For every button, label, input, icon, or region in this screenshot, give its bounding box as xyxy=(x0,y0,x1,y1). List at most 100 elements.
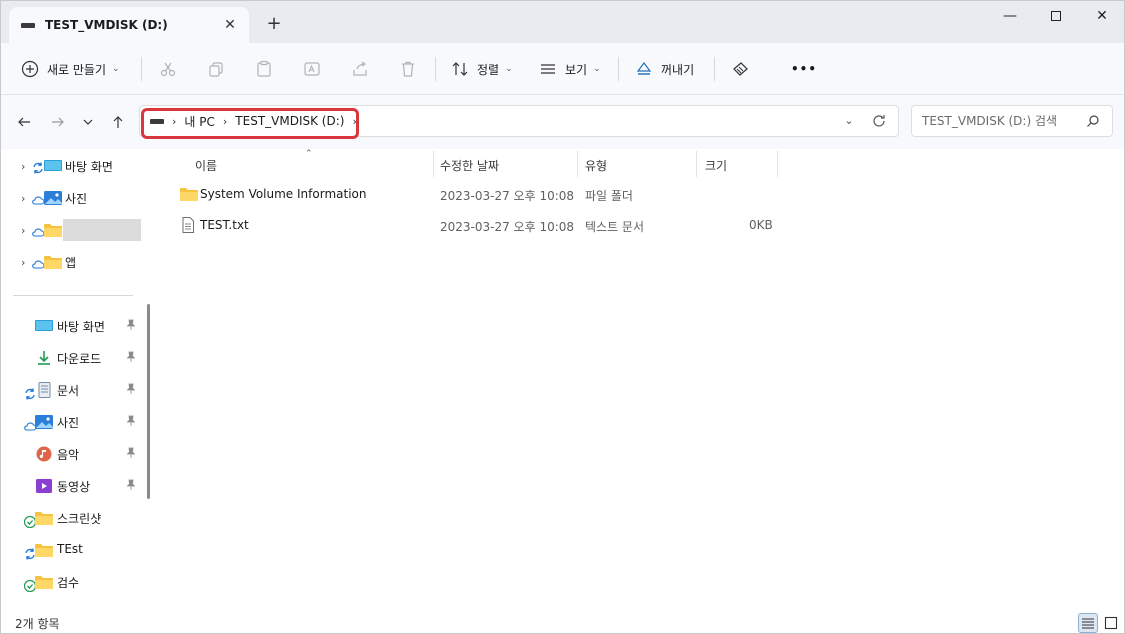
up-button[interactable] xyxy=(107,111,129,133)
redacted-label xyxy=(63,219,141,241)
column-divider[interactable] xyxy=(577,151,578,177)
address-row: › 내 PC › TEST_VMDISK (D:) › ⌄ xyxy=(1,95,1124,149)
large-icons-view-button[interactable] xyxy=(1101,613,1121,633)
cut-icon xyxy=(160,62,176,77)
pin-icon[interactable] xyxy=(125,351,139,365)
title-bar: TEST_VMDISK (D:) ✕ + — ✕ xyxy=(1,1,1124,43)
forward-button[interactable] xyxy=(47,111,69,133)
folder-icon xyxy=(34,574,54,590)
nav-item[interactable]: › xyxy=(1,215,151,245)
column-divider[interactable] xyxy=(433,151,434,177)
quick-access-item[interactable]: 문서 xyxy=(1,375,151,405)
column-header-date[interactable]: 수정한 날짜 xyxy=(440,151,499,179)
eject-button[interactable]: 꺼내기 xyxy=(635,55,694,83)
column-header-size[interactable]: 크기 xyxy=(705,151,727,179)
tab-current[interactable]: TEST_VMDISK (D:) ✕ xyxy=(9,7,249,43)
nav-item[interactable]: › 앱 xyxy=(1,247,151,277)
quick-access-label: 다운로드 xyxy=(57,352,102,366)
details-view-button[interactable] xyxy=(1078,613,1098,633)
quick-access-item[interactable]: 음악 xyxy=(1,439,151,469)
music-icon xyxy=(34,446,54,462)
expand-chevron-icon[interactable]: › xyxy=(21,256,25,269)
sort-button[interactable]: 정렬 ⌄ xyxy=(451,55,513,83)
search-box[interactable] xyxy=(911,105,1113,137)
quick-access-label: 동영상 xyxy=(57,480,91,494)
new-button[interactable]: 새로 만들기 ⌄ xyxy=(21,55,120,83)
refresh-icon[interactable] xyxy=(870,112,888,130)
document-icon xyxy=(34,382,54,398)
details-view-icon xyxy=(1082,618,1094,629)
maximize-button[interactable] xyxy=(1033,1,1079,31)
column-header-name[interactable]: 이름 xyxy=(195,151,217,179)
quick-access-item[interactable]: 검수 xyxy=(1,567,151,597)
sort-icon xyxy=(452,62,468,76)
breadcrumb-separator-icon[interactable]: › xyxy=(172,115,176,128)
explorer-window: TEST_VMDISK (D:) ✕ + — ✕ 새로 만들기 ⌄ 정렬 ⌄ 보… xyxy=(0,0,1125,634)
nav-scrollbar[interactable] xyxy=(147,304,150,499)
back-button[interactable] xyxy=(13,111,35,133)
column-divider[interactable] xyxy=(777,151,778,177)
cut-button[interactable] xyxy=(159,55,177,83)
address-bar[interactable]: › 내 PC › TEST_VMDISK (D:) › ⌄ xyxy=(139,105,899,137)
column-divider[interactable] xyxy=(696,151,697,177)
paste-button[interactable] xyxy=(255,55,273,83)
column-header-type[interactable]: 유형 xyxy=(585,151,607,179)
expand-chevron-icon[interactable]: › xyxy=(21,192,25,205)
nav-item[interactable]: › 바탕 화면 xyxy=(1,151,151,181)
breadcrumb-drive[interactable]: TEST_VMDISK (D:) xyxy=(235,114,344,128)
trash-icon xyxy=(402,61,414,77)
maximize-icon xyxy=(1051,11,1061,21)
file-row[interactable]: TEST.txt 2023-03-27 오후 10:08 텍스트 문서 0KB xyxy=(173,212,783,240)
search-input[interactable] xyxy=(922,114,1072,128)
toolbar-divider xyxy=(141,57,142,81)
delete-button[interactable] xyxy=(399,55,417,83)
drive-tools-icon xyxy=(733,62,748,76)
pin-icon[interactable] xyxy=(125,479,139,493)
desktop-icon xyxy=(34,318,54,334)
quick-access-item[interactable]: 다운로드 xyxy=(1,343,151,373)
expand-chevron-icon[interactable]: › xyxy=(21,160,25,173)
folder-icon xyxy=(34,510,54,526)
minimize-button[interactable]: — xyxy=(987,1,1033,31)
tab-close-icon[interactable]: ✕ xyxy=(221,16,239,34)
view-button[interactable]: 보기 ⌄ xyxy=(539,55,601,83)
quick-access-label: 음악 xyxy=(57,448,80,462)
copy-button[interactable] xyxy=(207,55,225,83)
breadcrumb-separator-icon[interactable]: › xyxy=(223,115,227,128)
pin-icon[interactable] xyxy=(125,383,139,397)
breadcrumb-separator-icon[interactable]: › xyxy=(352,115,356,128)
quick-access-item[interactable]: 사진 xyxy=(1,407,151,437)
pictures-icon xyxy=(43,190,63,206)
arrow-left-icon xyxy=(18,117,30,127)
nav-item[interactable]: › 사진 xyxy=(1,183,151,213)
nav-item-label: 앱 xyxy=(65,256,77,270)
rename-button[interactable] xyxy=(303,55,321,83)
eject-icon xyxy=(636,62,652,75)
drive-tool-button[interactable] xyxy=(731,55,749,83)
chevron-down-icon: ⌄ xyxy=(112,64,120,74)
new-tab-button[interactable]: + xyxy=(263,13,285,35)
file-row[interactable]: System Volume Information 2023-03-27 오후 1… xyxy=(173,181,783,209)
pin-icon[interactable] xyxy=(125,415,139,429)
more-options-button[interactable]: ••• xyxy=(791,55,817,83)
close-button[interactable]: ✕ xyxy=(1079,1,1124,31)
toolbar-divider xyxy=(714,57,715,81)
quick-access-label: 스크린샷 xyxy=(57,512,102,526)
breadcrumb: › 내 PC › TEST_VMDISK (D:) › xyxy=(150,106,365,136)
pin-icon[interactable] xyxy=(125,447,139,461)
tab-title: TEST_VMDISK (D:) xyxy=(45,18,168,32)
breadcrumb-this-pc[interactable]: 내 PC xyxy=(184,113,214,130)
quick-access-item[interactable]: 바탕 화면 xyxy=(1,311,151,341)
expand-chevron-icon[interactable]: › xyxy=(21,224,25,237)
recent-locations-button[interactable] xyxy=(77,111,99,133)
copy-icon xyxy=(209,62,223,77)
quick-access-item[interactable]: 동영상 xyxy=(1,471,151,501)
address-history-chevron-icon[interactable]: ⌄ xyxy=(840,112,858,130)
toolbar-divider xyxy=(618,57,619,81)
pin-icon[interactable] xyxy=(125,319,139,333)
folder-icon xyxy=(34,542,54,558)
quick-access-label: 사진 xyxy=(57,416,80,430)
quick-access-item[interactable]: TEst xyxy=(1,535,151,565)
quick-access-item[interactable]: 스크린샷 xyxy=(1,503,151,533)
share-button[interactable] xyxy=(351,55,369,83)
